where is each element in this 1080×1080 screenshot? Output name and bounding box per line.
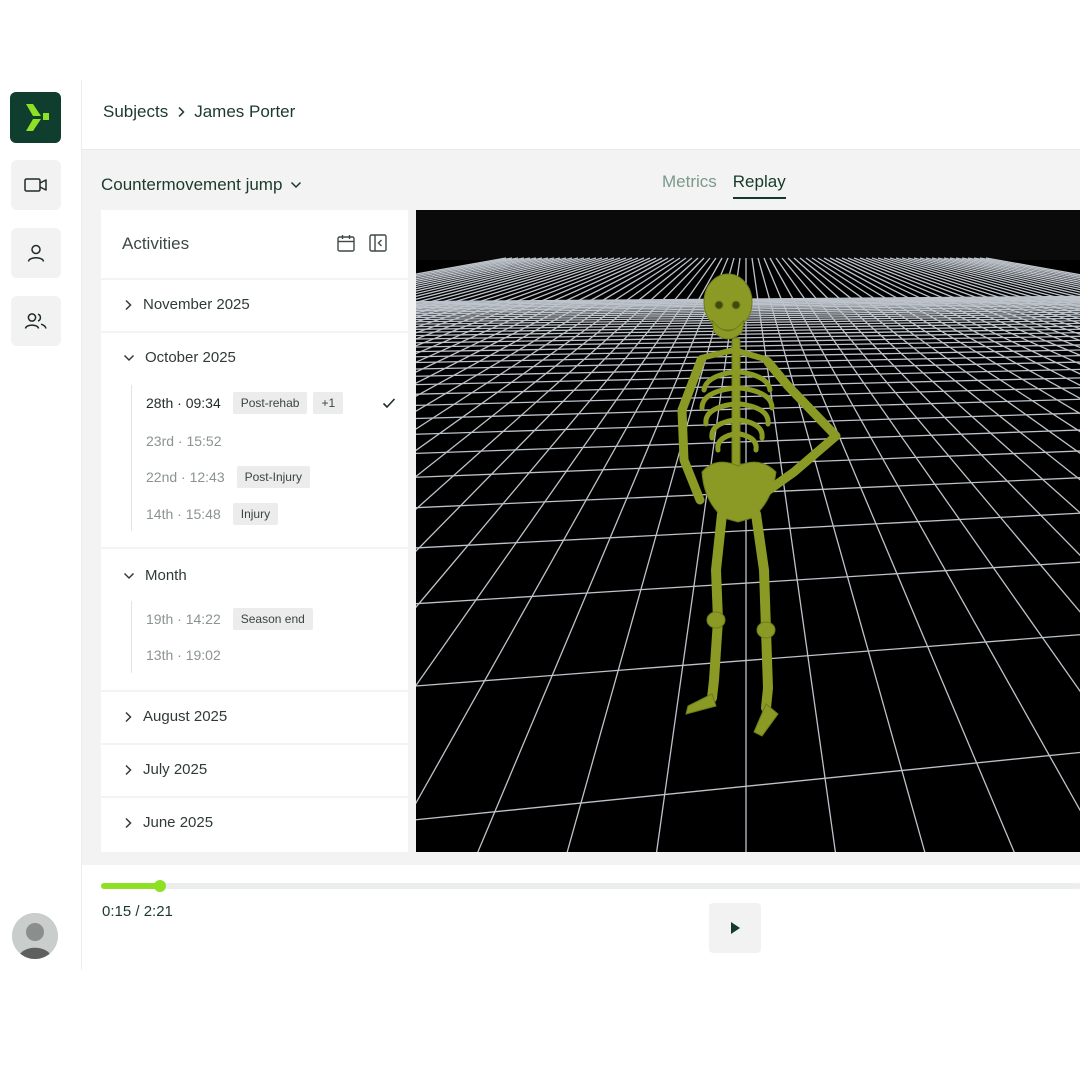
- activity-tag: Post-Injury: [236, 466, 310, 488]
- month-label: July 2025: [143, 761, 208, 778]
- month-label: November 2025: [143, 296, 250, 313]
- activity-item[interactable]: 22nd · 12:43 Post-Injury: [146, 466, 310, 488]
- check-icon: [382, 396, 396, 412]
- main-area: Subjects James Porter Countermovement ju…: [81, 80, 1080, 970]
- month-label: Month: [145, 567, 187, 584]
- user-avatar[interactable]: [12, 913, 58, 959]
- month-toggle[interactable]: October 2025: [123, 349, 236, 366]
- month-toggle[interactable]: Month: [123, 567, 187, 584]
- users-icon: [24, 313, 47, 329]
- tab-replay[interactable]: Replay: [732, 172, 786, 199]
- activity-date: 13th · 19:02: [146, 647, 221, 663]
- activity-date: 28th · 09:34: [146, 395, 221, 411]
- activities-header: Activities: [101, 210, 408, 278]
- chevron-down-icon: [291, 181, 302, 189]
- month-toggle[interactable]: July 2025: [123, 761, 207, 778]
- breadcrumb-subjects[interactable]: Subjects: [103, 102, 168, 122]
- activity-tag: Injury: [232, 503, 279, 525]
- month-label: August 2025: [143, 708, 228, 725]
- play-icon: [731, 922, 740, 934]
- activity-date: 19th · 14:22: [146, 611, 221, 627]
- floor-grid: [416, 210, 1080, 852]
- month-toggle[interactable]: November 2025: [123, 296, 250, 313]
- activity-list: 19th · 14:22 Season end 13th · 19:02: [131, 601, 313, 673]
- replay-viewer[interactable]: [416, 210, 1080, 852]
- month-group-august: August 2025: [101, 692, 408, 743]
- activity-list: 28th · 09:34 Post-rehab +1 23rd · 15:52 …: [131, 385, 396, 531]
- month-label: October 2025: [145, 349, 236, 366]
- activity-item[interactable]: 14th · 15:48 Injury: [146, 503, 279, 525]
- tab-metrics[interactable]: Metrics: [662, 172, 717, 199]
- progress-handle[interactable]: [154, 880, 166, 892]
- month-toggle[interactable]: June 2025: [123, 814, 213, 831]
- chevron-down-icon: [123, 354, 135, 361]
- activities-panel: Activities November 2025 October 2025 28…: [101, 210, 408, 852]
- chevron-right-icon: [176, 106, 186, 118]
- chevron-right-icon: [125, 711, 132, 722]
- logo-mark-icon[interactable]: [10, 92, 61, 143]
- activity-extra-tag: +1: [313, 392, 344, 414]
- view-tabs: Metrics Replay: [662, 172, 786, 199]
- video-camera-icon: [24, 178, 47, 192]
- activity-date: 22nd · 12:43: [146, 469, 225, 485]
- page-header: Subjects James Porter: [82, 80, 1080, 150]
- play-button[interactable]: [709, 903, 761, 953]
- activity-item[interactable]: 28th · 09:34 Post-rehab +1: [146, 392, 396, 414]
- calendar-icon[interactable]: [336, 233, 356, 253]
- chevron-down-icon: [123, 572, 135, 579]
- left-rail: [0, 80, 80, 970]
- activity-item[interactable]: 23rd · 15:52: [146, 433, 222, 449]
- user-icon: [27, 244, 45, 262]
- activity-date: 14th · 15:48: [146, 506, 221, 522]
- activity-item[interactable]: 19th · 14:22 Season end: [146, 608, 313, 630]
- collapse-panel-icon[interactable]: [368, 233, 388, 253]
- rail-item-subjects[interactable]: [11, 296, 61, 346]
- breadcrumb: Subjects James Porter: [103, 102, 295, 122]
- month-label: June 2025: [143, 814, 214, 831]
- activities-title: Activities: [122, 234, 190, 253]
- month-group-november: November 2025: [101, 280, 408, 331]
- chevron-right-icon: [125, 817, 132, 828]
- progress-track[interactable]: [101, 880, 1080, 892]
- activity-tag: Season end: [232, 608, 313, 630]
- rail-item-recordings[interactable]: [11, 160, 61, 210]
- month-group-june: June 2025: [101, 798, 408, 852]
- month-group-month: Month 19th · 14:22 Season end 13th · 19:…: [101, 549, 408, 690]
- progress-fill: [101, 883, 160, 889]
- test-type-select[interactable]: Countermovement jump: [101, 175, 302, 195]
- month-toggle[interactable]: August 2025: [123, 708, 227, 725]
- activity-item[interactable]: 13th · 19:02: [146, 647, 221, 663]
- playback-time: 0:15 / 2:21: [102, 903, 173, 920]
- chevron-right-icon: [125, 299, 132, 310]
- test-type-label: Countermovement jump: [101, 175, 283, 194]
- month-group-october: October 2025 28th · 09:34 Post-rehab +1 …: [101, 333, 408, 547]
- breadcrumb-current: James Porter: [194, 102, 296, 121]
- playback-bar: 0:15 / 2:21: [82, 865, 1080, 970]
- activity-date: 23rd · 15:52: [146, 433, 222, 449]
- chevron-right-icon: [125, 764, 132, 775]
- rail-item-subject[interactable]: [11, 228, 61, 278]
- month-group-july: July 2025: [101, 745, 408, 796]
- toolbar: Countermovement jump Metrics Replay: [82, 150, 1080, 210]
- activity-tag: Post-rehab: [232, 392, 308, 414]
